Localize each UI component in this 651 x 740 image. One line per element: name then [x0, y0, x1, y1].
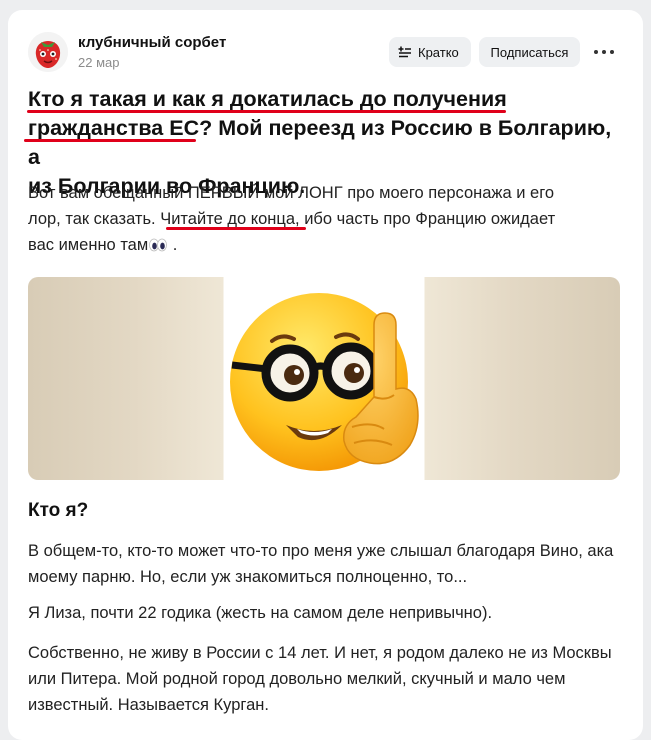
- lead-line-2-c: , ибо часть про Францию ожидает: [295, 210, 556, 228]
- title-line-1: Кто я такая и как я докатилась до получе…: [28, 87, 507, 111]
- brief-button[interactable]: Кратко: [389, 37, 471, 67]
- author-name[interactable]: клубничный сорбет: [78, 34, 226, 51]
- brief-label: Кратко: [418, 44, 459, 60]
- lead-highlight: Читайте до конца: [160, 210, 296, 228]
- lead-line-1: Вот вам обещанный ПЕРВЫЙ мой ЛОНГ про мо…: [28, 184, 555, 202]
- post-image[interactable]: [28, 277, 620, 480]
- title-underline-2: [24, 139, 196, 142]
- author-avatar[interactable]: [28, 32, 68, 72]
- title-line-2-highlight: гражданства ЕС: [28, 116, 200, 140]
- post-lead: Вот вам обещанный ПЕРВЫЙ мой ЛОНГ про мо…: [28, 180, 608, 258]
- lead-line-3-end: .: [168, 236, 178, 254]
- lead-line-3: вас именно там: [28, 236, 149, 254]
- lead-line-2-a: лор, так сказать.: [28, 210, 161, 228]
- paragraph-2: Я Лиза, почти 22 годика (жесть на самом …: [28, 604, 493, 622]
- title-underline-1: [27, 110, 506, 113]
- post-date: 22 мар: [78, 55, 120, 70]
- eyes-emoji-icon: [149, 238, 168, 252]
- more-dots-icon[interactable]: [592, 47, 616, 57]
- paragraph-1: В общем-то, кто-то может что-то про меня…: [28, 542, 614, 586]
- lead-underline: [166, 227, 306, 230]
- paragraph-3: Собственно, не живу в России с 14 лет. И…: [28, 644, 612, 714]
- section-heading: Кто я?: [28, 500, 89, 521]
- nerd-face-emoji-icon: [230, 293, 419, 471]
- post-card: клубничный сорбет 22 мар Кратко Подписат…: [8, 10, 643, 740]
- post-header: клубничный сорбет 22 мар Кратко Подписат…: [8, 10, 643, 80]
- summary-lines-icon: [398, 46, 411, 58]
- strawberry-avatar-icon: [28, 32, 68, 72]
- subscribe-label: Подписаться: [490, 44, 569, 60]
- subscribe-button[interactable]: Подписаться: [479, 37, 580, 67]
